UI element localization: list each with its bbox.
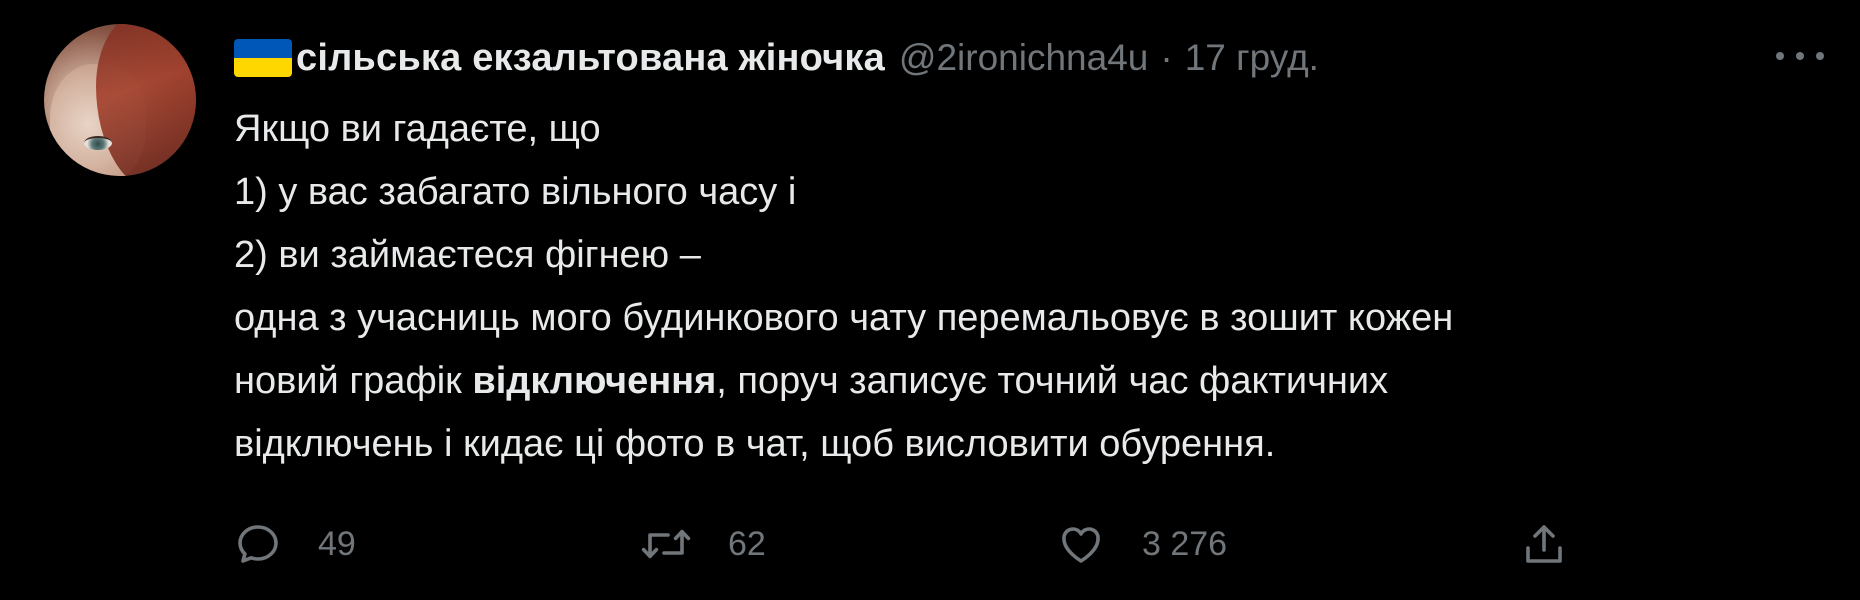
tweet-date[interactable]: 17 груд.	[1185, 37, 1319, 79]
more-dots-icon[interactable]	[1776, 44, 1824, 68]
retweet-button[interactable]: 62	[640, 514, 766, 574]
display-name[interactable]: сільська екзальтована жіночка	[296, 37, 885, 80]
heart-icon	[1062, 527, 1100, 563]
text-segment: новий графік	[234, 360, 473, 402]
tweet-text-line: новий графік відключення, поруч записує …	[234, 350, 1814, 413]
bold-word: відключення	[472, 360, 717, 402]
tweet-text-line: відключень і кидає ці фото в чат, щоб ви…	[234, 423, 1276, 465]
avatar[interactable]	[44, 24, 196, 176]
tweet-header: сільська екзальтована жіночка @2ironichn…	[234, 30, 1319, 86]
reply-count: 49	[318, 524, 356, 563]
reply-icon	[238, 525, 278, 563]
like-count: 3 276	[1142, 524, 1228, 563]
text-segment: , поруч записує точний час фактичних	[716, 360, 1389, 402]
tweet-text-line: 1) у вас забагато вільного часу і	[234, 171, 797, 213]
retweet-count: 62	[728, 524, 766, 563]
like-button[interactable]: 3 276	[1056, 514, 1227, 574]
tweet-text-line: Якщо ви гадаєте, що	[234, 108, 601, 150]
retweet-icon	[641, 529, 691, 559]
avatar-eye	[84, 136, 112, 150]
separator-dot: ·	[1160, 37, 1173, 78]
tweet-text-line: одна з учасниць мого будинкового чату пе…	[234, 297, 1454, 339]
share-button[interactable]	[1520, 514, 1568, 574]
tweet-text: Якщо ви гадаєте, що 1) у вас забагато ві…	[234, 98, 1814, 476]
tweet: сільська екзальтована жіночка @2ironichn…	[0, 0, 1860, 600]
tweet-text-line: 2) ви займаєтеся фігнею –	[234, 234, 701, 276]
share-icon	[1526, 525, 1562, 563]
avatar-hair	[96, 24, 196, 176]
user-handle[interactable]: @2ironichna4u	[899, 37, 1148, 79]
ukraine-flag-icon	[234, 39, 292, 77]
action-bar: 49 62 3 276	[234, 514, 1794, 574]
reply-button[interactable]: 49	[234, 514, 356, 574]
